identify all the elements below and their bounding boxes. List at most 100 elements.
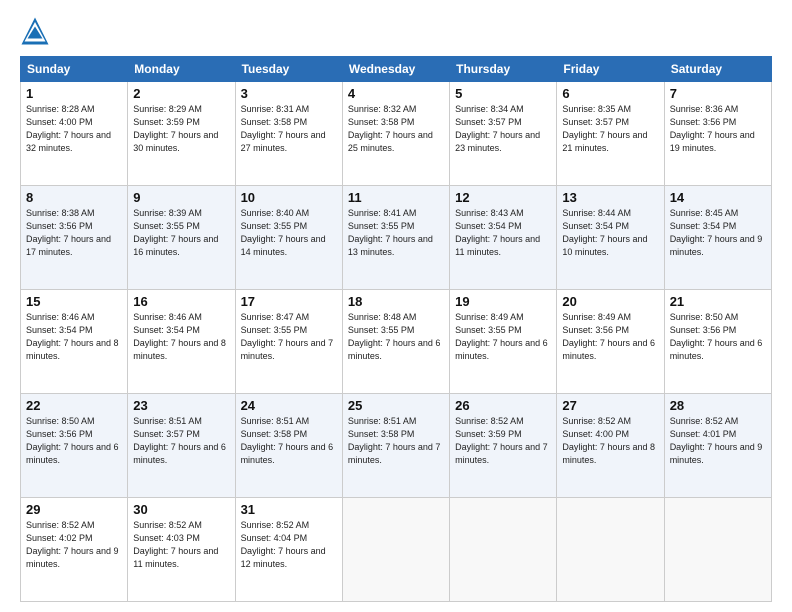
day-info: Sunrise: 8:45 AMSunset: 3:54 PMDaylight:… xyxy=(670,207,766,259)
day-info: Sunrise: 8:38 AMSunset: 3:56 PMDaylight:… xyxy=(26,207,122,259)
day-number: 10 xyxy=(241,190,337,205)
day-number: 1 xyxy=(26,86,122,101)
day-number: 12 xyxy=(455,190,551,205)
day-cell xyxy=(342,498,449,602)
day-cell: 4 Sunrise: 8:32 AMSunset: 3:58 PMDaylight… xyxy=(342,82,449,186)
header-cell-sunday: Sunday xyxy=(21,57,128,82)
week-row-3: 15 Sunrise: 8:46 AMSunset: 3:54 PMDayligh… xyxy=(21,290,772,394)
day-cell: 28 Sunrise: 8:52 AMSunset: 4:01 PMDayligh… xyxy=(664,394,771,498)
week-row-5: 29 Sunrise: 8:52 AMSunset: 4:02 PMDayligh… xyxy=(21,498,772,602)
day-number: 17 xyxy=(241,294,337,309)
day-info: Sunrise: 8:44 AMSunset: 3:54 PMDaylight:… xyxy=(562,207,658,259)
day-cell: 14 Sunrise: 8:45 AMSunset: 3:54 PMDayligh… xyxy=(664,186,771,290)
day-cell: 23Sunrise: 8:51 AMSunset: 3:57 PMDayligh… xyxy=(128,394,235,498)
day-number: 6 xyxy=(562,86,658,101)
day-number: 3 xyxy=(241,86,337,101)
day-cell: 1Sunrise: 8:28 AMSunset: 4:00 PMDaylight… xyxy=(21,82,128,186)
day-number: 26 xyxy=(455,398,551,413)
day-info: Sunrise: 8:51 AMSunset: 3:57 PMDaylight:… xyxy=(133,415,229,467)
day-info: Sunrise: 8:35 AMSunset: 3:57 PMDaylight:… xyxy=(562,103,658,155)
day-cell: 5 Sunrise: 8:34 AMSunset: 3:57 PMDaylight… xyxy=(450,82,557,186)
day-info: Sunrise: 8:52 AMSunset: 4:04 PMDaylight:… xyxy=(241,519,337,571)
day-info: Sunrise: 8:49 AMSunset: 3:55 PMDaylight:… xyxy=(455,311,551,363)
day-number: 15 xyxy=(26,294,122,309)
day-number: 4 xyxy=(348,86,444,101)
page: SundayMondayTuesdayWednesdayThursdayFrid… xyxy=(0,0,792,612)
day-info: Sunrise: 8:43 AMSunset: 3:54 PMDaylight:… xyxy=(455,207,551,259)
day-number: 31 xyxy=(241,502,337,517)
day-cell: 16Sunrise: 8:46 AMSunset: 3:54 PMDayligh… xyxy=(128,290,235,394)
day-info: Sunrise: 8:34 AMSunset: 3:57 PMDaylight:… xyxy=(455,103,551,155)
day-info: Sunrise: 8:51 AMSunset: 3:58 PMDaylight:… xyxy=(348,415,444,467)
day-info: Sunrise: 8:46 AMSunset: 3:54 PMDaylight:… xyxy=(133,311,229,363)
day-info: Sunrise: 8:32 AMSunset: 3:58 PMDaylight:… xyxy=(348,103,444,155)
day-number: 28 xyxy=(670,398,766,413)
day-cell: 18 Sunrise: 8:48 AMSunset: 3:55 PMDayligh… xyxy=(342,290,449,394)
day-info: Sunrise: 8:47 AMSunset: 3:55 PMDaylight:… xyxy=(241,311,337,363)
day-cell: 7 Sunrise: 8:36 AMSunset: 3:56 PMDaylight… xyxy=(664,82,771,186)
day-cell: 8 Sunrise: 8:38 AMSunset: 3:56 PMDaylight… xyxy=(21,186,128,290)
day-cell: 9Sunrise: 8:39 AMSunset: 3:55 PMDaylight… xyxy=(128,186,235,290)
day-info: Sunrise: 8:52 AMSunset: 4:03 PMDaylight:… xyxy=(133,519,229,571)
day-info: Sunrise: 8:49 AMSunset: 3:56 PMDaylight:… xyxy=(562,311,658,363)
day-info: Sunrise: 8:50 AMSunset: 3:56 PMDaylight:… xyxy=(670,311,766,363)
day-number: 22 xyxy=(26,398,122,413)
day-cell: 15 Sunrise: 8:46 AMSunset: 3:54 PMDayligh… xyxy=(21,290,128,394)
day-cell xyxy=(664,498,771,602)
day-number: 29 xyxy=(26,502,122,517)
header-cell-tuesday: Tuesday xyxy=(235,57,342,82)
day-cell: 2 Sunrise: 8:29 AMSunset: 3:59 PMDaylight… xyxy=(128,82,235,186)
day-cell: 29 Sunrise: 8:52 AMSunset: 4:02 PMDayligh… xyxy=(21,498,128,602)
week-row-1: 1Sunrise: 8:28 AMSunset: 4:00 PMDaylight… xyxy=(21,82,772,186)
day-cell: 10Sunrise: 8:40 AMSunset: 3:55 PMDayligh… xyxy=(235,186,342,290)
header xyxy=(20,16,772,46)
day-cell: 30 Sunrise: 8:52 AMSunset: 4:03 PMDayligh… xyxy=(128,498,235,602)
day-cell: 20 Sunrise: 8:49 AMSunset: 3:56 PMDayligh… xyxy=(557,290,664,394)
day-info: Sunrise: 8:52 AMSunset: 3:59 PMDaylight:… xyxy=(455,415,551,467)
day-number: 18 xyxy=(348,294,444,309)
day-number: 5 xyxy=(455,86,551,101)
day-cell: 6 Sunrise: 8:35 AMSunset: 3:57 PMDaylight… xyxy=(557,82,664,186)
day-info: Sunrise: 8:51 AMSunset: 3:58 PMDaylight:… xyxy=(241,415,337,467)
day-cell: 3 Sunrise: 8:31 AMSunset: 3:58 PMDaylight… xyxy=(235,82,342,186)
day-cell: 13 Sunrise: 8:44 AMSunset: 3:54 PMDayligh… xyxy=(557,186,664,290)
day-number: 20 xyxy=(562,294,658,309)
day-cell: 25 Sunrise: 8:51 AMSunset: 3:58 PMDayligh… xyxy=(342,394,449,498)
header-cell-thursday: Thursday xyxy=(450,57,557,82)
day-cell: 19Sunrise: 8:49 AMSunset: 3:55 PMDayligh… xyxy=(450,290,557,394)
day-info: Sunrise: 8:36 AMSunset: 3:56 PMDaylight:… xyxy=(670,103,766,155)
day-info: Sunrise: 8:52 AMSunset: 4:02 PMDaylight:… xyxy=(26,519,122,571)
day-info: Sunrise: 8:52 AMSunset: 4:01 PMDaylight:… xyxy=(670,415,766,467)
day-number: 2 xyxy=(133,86,229,101)
header-cell-saturday: Saturday xyxy=(664,57,771,82)
day-info: Sunrise: 8:50 AMSunset: 3:56 PMDaylight:… xyxy=(26,415,122,467)
day-number: 21 xyxy=(670,294,766,309)
day-info: Sunrise: 8:52 AMSunset: 4:00 PMDaylight:… xyxy=(562,415,658,467)
day-number: 9 xyxy=(133,190,229,205)
day-number: 7 xyxy=(670,86,766,101)
day-info: Sunrise: 8:41 AMSunset: 3:55 PMDaylight:… xyxy=(348,207,444,259)
day-number: 14 xyxy=(670,190,766,205)
day-cell: 24Sunrise: 8:51 AMSunset: 3:58 PMDayligh… xyxy=(235,394,342,498)
calendar-table: SundayMondayTuesdayWednesdayThursdayFrid… xyxy=(20,56,772,602)
logo xyxy=(20,16,54,46)
calendar-header: SundayMondayTuesdayWednesdayThursdayFrid… xyxy=(21,57,772,82)
header-cell-friday: Friday xyxy=(557,57,664,82)
day-number: 25 xyxy=(348,398,444,413)
day-info: Sunrise: 8:46 AMSunset: 3:54 PMDaylight:… xyxy=(26,311,122,363)
logo-icon xyxy=(20,16,50,46)
day-number: 27 xyxy=(562,398,658,413)
day-cell: 22 Sunrise: 8:50 AMSunset: 3:56 PMDayligh… xyxy=(21,394,128,498)
day-cell xyxy=(450,498,557,602)
day-info: Sunrise: 8:31 AMSunset: 3:58 PMDaylight:… xyxy=(241,103,337,155)
day-info: Sunrise: 8:29 AMSunset: 3:59 PMDaylight:… xyxy=(133,103,229,155)
day-cell: 26 Sunrise: 8:52 AMSunset: 3:59 PMDayligh… xyxy=(450,394,557,498)
day-cell: 12 Sunrise: 8:43 AMSunset: 3:54 PMDayligh… xyxy=(450,186,557,290)
day-number: 8 xyxy=(26,190,122,205)
day-number: 30 xyxy=(133,502,229,517)
day-cell: 11Sunrise: 8:41 AMSunset: 3:55 PMDayligh… xyxy=(342,186,449,290)
day-cell: 21 Sunrise: 8:50 AMSunset: 3:56 PMDayligh… xyxy=(664,290,771,394)
day-info: Sunrise: 8:48 AMSunset: 3:55 PMDaylight:… xyxy=(348,311,444,363)
day-number: 13 xyxy=(562,190,658,205)
day-cell: 31 Sunrise: 8:52 AMSunset: 4:04 PMDayligh… xyxy=(235,498,342,602)
